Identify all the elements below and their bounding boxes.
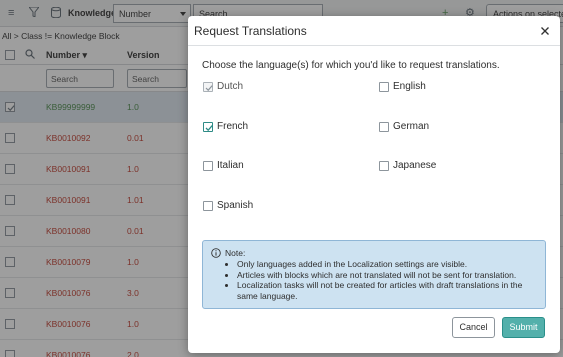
language-prompt: Choose the language(s) for which you'd l… — [202, 60, 500, 71]
dialog-header: Request Translations — [188, 16, 560, 46]
submit-button[interactable]: Submit — [502, 317, 545, 338]
dialog-title: Request Translations — [194, 24, 307, 38]
english-checkbox[interactable] — [379, 82, 389, 92]
request-translations-dialog: Request Translations Choose the language… — [188, 16, 560, 353]
note-item: Articles with blocks which are not trans… — [237, 270, 541, 281]
spanish-label: Spanish — [217, 199, 254, 211]
english-label: English — [393, 81, 426, 92]
dutch-checkbox — [203, 82, 213, 92]
french-checkbox[interactable] — [203, 121, 213, 132]
close-icon[interactable] — [538, 24, 552, 38]
info-icon — [211, 248, 221, 258]
japanese-checkbox[interactable] — [379, 161, 389, 171]
note-title: Note: — [225, 248, 246, 258]
dutch-label: Dutch — [217, 81, 244, 92]
note-item: Localization tasks will not be created f… — [237, 280, 541, 301]
note-list: Only languages added in the Localization… — [237, 259, 541, 301]
spanish-checkbox[interactable] — [203, 200, 213, 211]
note-box: Note: Only languages added in the Locali… — [202, 240, 546, 309]
italian-checkbox[interactable] — [203, 161, 213, 171]
german-checkbox[interactable] — [379, 121, 389, 132]
italian-label: Italian — [217, 160, 244, 171]
japanese-label: Japanese — [393, 160, 437, 171]
cancel-button[interactable]: Cancel — [452, 317, 495, 338]
german-label: German — [393, 120, 430, 132]
note-item: Only languages added in the Localization… — [237, 259, 541, 270]
french-label: French — [217, 120, 249, 132]
